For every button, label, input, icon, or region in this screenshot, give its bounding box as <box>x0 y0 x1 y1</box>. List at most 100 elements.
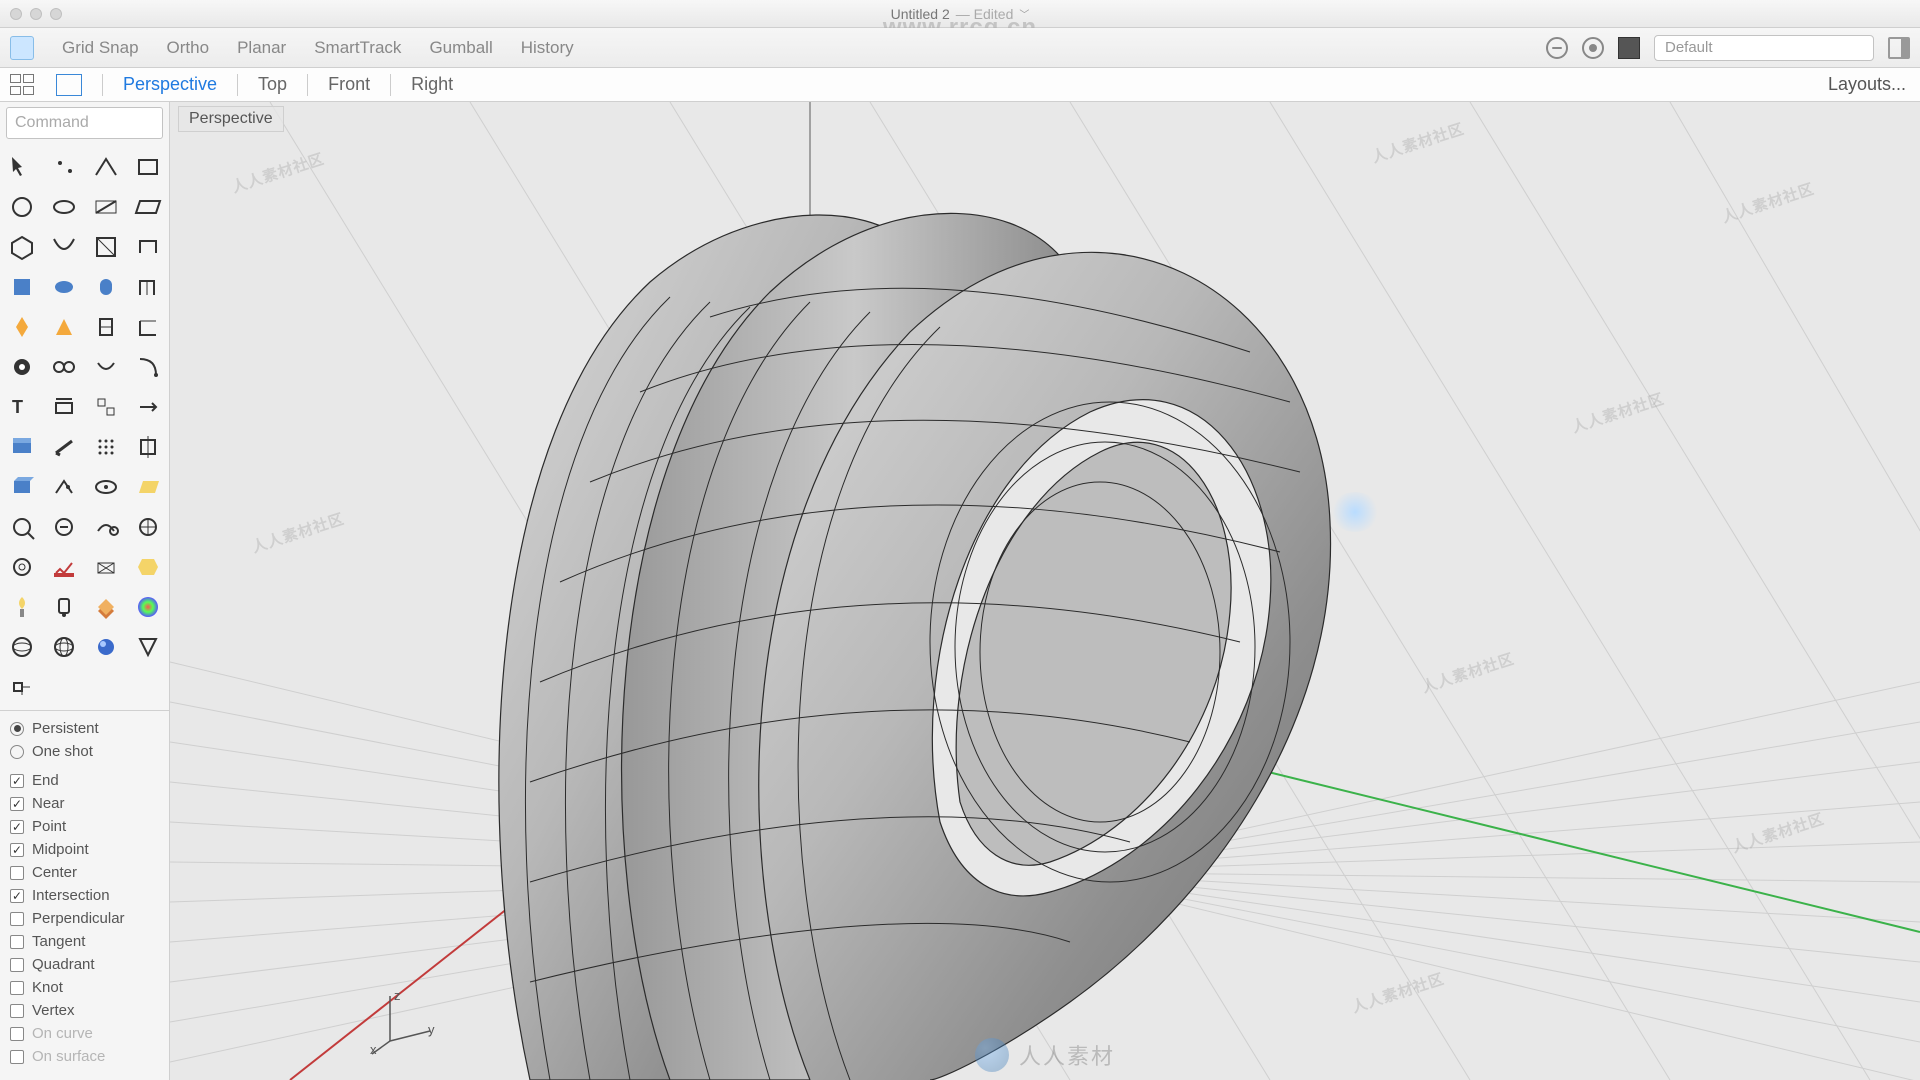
layer-selector[interactable]: Default <box>1654 35 1874 61</box>
toggle-gumball[interactable]: Gumball <box>429 38 492 58</box>
tool-button-27[interactable] <box>128 388 168 426</box>
tool-button-0[interactable] <box>2 148 42 186</box>
tool-button-43[interactable] <box>128 548 168 586</box>
tool-button-42[interactable] <box>86 548 126 586</box>
tool-button-6[interactable] <box>86 188 126 226</box>
tool-button-9[interactable] <box>44 228 84 266</box>
tool-button-10[interactable] <box>86 228 126 266</box>
target-icon[interactable] <box>1582 37 1604 59</box>
tool-button-37[interactable] <box>44 508 84 546</box>
tool-button-45[interactable] <box>44 588 84 626</box>
tab-front[interactable]: Front <box>328 74 370 95</box>
tool-button-50[interactable] <box>86 628 126 666</box>
tool-button-14[interactable] <box>86 268 126 306</box>
tool-button-39[interactable] <box>128 508 168 546</box>
tool-button-49[interactable] <box>44 628 84 666</box>
tool-button-33[interactable] <box>44 468 84 506</box>
tool-button-4[interactable] <box>2 188 42 226</box>
tab-perspective[interactable]: Perspective <box>123 74 217 95</box>
tool-button-46[interactable] <box>86 588 126 626</box>
app-icon[interactable] <box>10 36 34 60</box>
osnap-option-point[interactable]: Point <box>10 815 159 838</box>
titlebar: Untitled 2 — Edited ﹀ www.rrcg.cn <box>0 0 1920 28</box>
tool-button-7[interactable] <box>128 188 168 226</box>
toggle-planar[interactable]: Planar <box>237 38 286 58</box>
toggle-grid-snap[interactable]: Grid Snap <box>62 38 139 58</box>
tab-top[interactable]: Top <box>258 74 287 95</box>
layer-color-swatch[interactable] <box>1618 37 1640 59</box>
tab-right[interactable]: Right <box>411 74 453 95</box>
tool-button-1[interactable] <box>44 148 84 186</box>
osnap-option-center[interactable]: Center <box>10 861 159 884</box>
tool-button-5[interactable] <box>44 188 84 226</box>
tool-button-35[interactable] <box>128 468 168 506</box>
watermark-brand: 人人素材 <box>1019 1039 1115 1071</box>
tool-button-15[interactable] <box>128 268 168 306</box>
axis-y-label: y <box>428 1022 435 1037</box>
minimize-icon[interactable] <box>30 8 42 20</box>
tool-button-17[interactable] <box>44 308 84 346</box>
osnap-option-tangent[interactable]: Tangent <box>10 930 159 953</box>
axis-gizmo: z y x <box>370 986 440 1056</box>
tool-button-20[interactable] <box>2 348 42 386</box>
viewport-canvas <box>170 102 1920 1080</box>
tool-button-24[interactable]: T <box>2 388 42 426</box>
tool-button-34[interactable] <box>86 468 126 506</box>
tool-button-3[interactable] <box>128 148 168 186</box>
tool-button-19[interactable] <box>128 308 168 346</box>
viewport[interactable]: Perspective <box>170 102 1920 1080</box>
osnap-option-near[interactable]: Near <box>10 792 159 815</box>
tool-button-51[interactable] <box>128 628 168 666</box>
toggle-smarttrack[interactable]: SmartTrack <box>314 38 401 58</box>
record-icon[interactable] <box>1546 37 1568 59</box>
tool-button-52[interactable] <box>2 668 42 706</box>
tool-button-18[interactable] <box>86 308 126 346</box>
command-input[interactable]: Command <box>6 107 163 139</box>
tool-button-40[interactable] <box>2 548 42 586</box>
layouts-button[interactable]: Layouts... <box>1828 74 1906 95</box>
checkbox-icon <box>10 797 24 811</box>
tool-button-26[interactable] <box>86 388 126 426</box>
single-view-icon[interactable] <box>56 74 82 96</box>
tool-button-23[interactable] <box>128 348 168 386</box>
osnap-option-perpendicular[interactable]: Perpendicular <box>10 907 159 930</box>
tool-button-31[interactable] <box>128 428 168 466</box>
tool-button-11[interactable] <box>128 228 168 266</box>
tool-button-13[interactable] <box>44 268 84 306</box>
checkbox-icon <box>10 889 24 903</box>
tool-button-29[interactable] <box>44 428 84 466</box>
osnap-option-intersection[interactable]: Intersection <box>10 884 159 907</box>
osnap-option-end[interactable]: End <box>10 769 159 792</box>
osnap-mode-one-shot[interactable]: One shot <box>10 740 159 763</box>
zoom-icon[interactable] <box>50 8 62 20</box>
radio-icon <box>10 722 24 736</box>
tool-button-47[interactable] <box>128 588 168 626</box>
toggle-ortho[interactable]: Ortho <box>167 38 210 58</box>
tool-button-2[interactable] <box>86 148 126 186</box>
close-icon[interactable] <box>10 8 22 20</box>
tool-button-22[interactable] <box>86 348 126 386</box>
tool-button-44[interactable] <box>2 588 42 626</box>
tool-button-12[interactable] <box>2 268 42 306</box>
toggle-right-panel-icon[interactable] <box>1888 37 1910 59</box>
tool-button-21[interactable] <box>44 348 84 386</box>
osnap-option-knot[interactable]: Knot <box>10 976 159 999</box>
tool-button-36[interactable] <box>2 508 42 546</box>
tool-button-25[interactable] <box>44 388 84 426</box>
tool-button-32[interactable] <box>2 468 42 506</box>
four-view-icon[interactable] <box>10 74 36 96</box>
tool-button-8[interactable] <box>2 228 42 266</box>
osnap-option-on-curve: On curve <box>10 1022 159 1045</box>
toggle-history[interactable]: History <box>521 38 574 58</box>
osnap-option-vertex[interactable]: Vertex <box>10 999 159 1022</box>
tool-button-41[interactable] <box>44 548 84 586</box>
tool-button-30[interactable] <box>86 428 126 466</box>
tool-button-28[interactable] <box>2 428 42 466</box>
osnap-option-quadrant[interactable]: Quadrant <box>10 953 159 976</box>
viewport-label[interactable]: Perspective <box>178 106 284 132</box>
osnap-mode-persistent[interactable]: Persistent <box>10 717 159 740</box>
tool-button-16[interactable] <box>2 308 42 346</box>
osnap-option-midpoint[interactable]: Midpoint <box>10 838 159 861</box>
tool-button-38[interactable] <box>86 508 126 546</box>
tool-button-48[interactable] <box>2 628 42 666</box>
